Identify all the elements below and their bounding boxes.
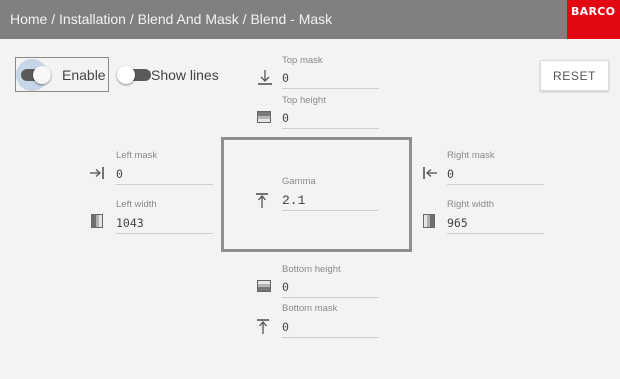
gamma-panel	[221, 137, 412, 252]
bottom-height-label: Bottom height	[282, 264, 341, 275]
left-width-value[interactable]: 1043	[116, 216, 144, 230]
left-mask-value[interactable]: 0	[116, 167, 123, 181]
enable-toggle[interactable]	[21, 66, 51, 84]
show-lines-toggle[interactable]	[117, 66, 151, 84]
right-mask-underline	[447, 184, 544, 185]
left-width-icon	[91, 214, 103, 228]
show-lines-label: Show lines	[151, 67, 219, 83]
barco-logo-text: BARCO	[571, 5, 616, 18]
enable-label: Enable	[62, 67, 106, 83]
reset-button[interactable]: RESET	[540, 60, 609, 91]
show-lines-toggle-knob	[117, 66, 135, 84]
breadcrumb[interactable]: Home / Installation / Blend And Mask / B…	[10, 0, 332, 39]
right-width-underline	[447, 233, 544, 234]
left-mask-label: Left mask	[116, 150, 158, 161]
gamma-label: Gamma	[282, 176, 316, 187]
right-width-label: Right width	[447, 199, 494, 210]
left-mask-underline	[116, 184, 213, 185]
left-width-underline	[116, 233, 213, 234]
right-mask-label: Right mask	[447, 150, 495, 161]
bottom-mask-icon	[257, 319, 269, 334]
top-mask-underline	[282, 88, 379, 89]
top-height-label: Top height	[282, 95, 326, 106]
enable-toggle-knob	[33, 66, 51, 84]
right-width-icon	[423, 214, 435, 228]
top-height-underline	[282, 128, 379, 129]
header-bar: Home / Installation / Blend And Mask / B…	[0, 0, 620, 39]
top-mask-value[interactable]: 0	[282, 71, 289, 85]
bottom-mask-label: Bottom mask	[282, 303, 338, 314]
bottom-mask-value[interactable]: 0	[282, 320, 289, 334]
right-mask-icon	[423, 167, 437, 179]
bottom-height-value[interactable]: 0	[282, 280, 289, 294]
right-mask-value[interactable]: 0	[447, 167, 454, 181]
left-width-label: Left width	[116, 199, 157, 210]
top-mask-label: Top mask	[282, 55, 323, 66]
left-mask-icon	[90, 167, 104, 179]
top-height-value[interactable]: 0	[282, 111, 289, 125]
gamma-underline	[282, 210, 378, 211]
gamma-value[interactable]: 2.1	[282, 193, 305, 208]
bottom-height-icon	[257, 280, 271, 292]
right-width-value[interactable]: 965	[447, 216, 468, 230]
top-height-icon	[257, 111, 271, 123]
bottom-mask-underline	[282, 337, 379, 338]
top-mask-icon	[258, 70, 272, 85]
gamma-icon	[256, 193, 268, 208]
bottom-height-underline	[282, 297, 379, 298]
barco-logo: BARCO	[567, 0, 620, 39]
